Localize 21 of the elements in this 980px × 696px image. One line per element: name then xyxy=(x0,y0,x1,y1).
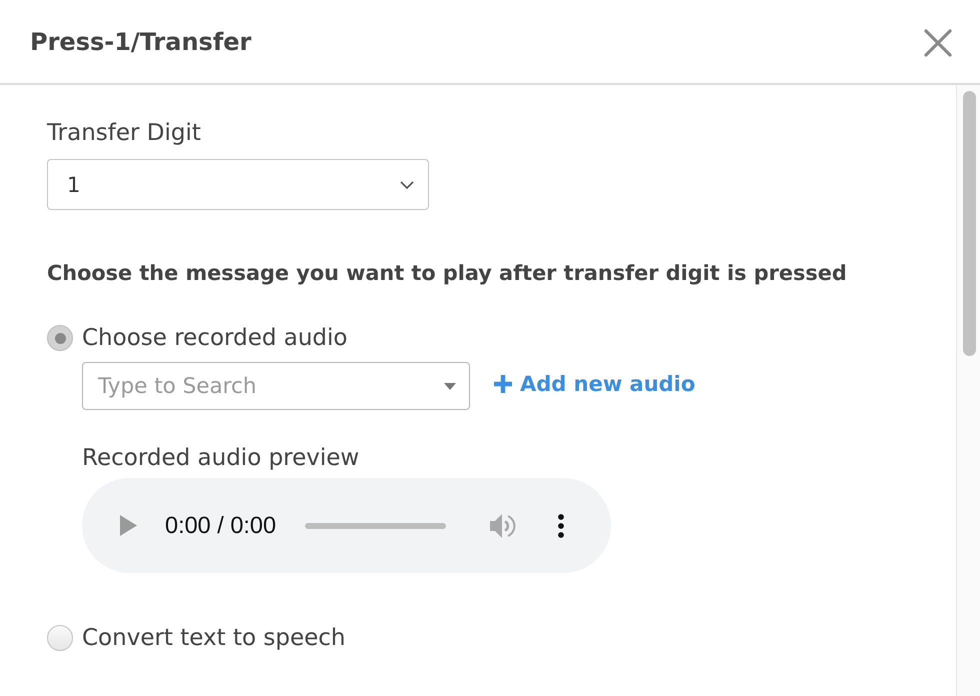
plus-icon xyxy=(494,375,512,393)
scrollbar-thumb[interactable] xyxy=(963,91,976,356)
time-display: 0:00 / 0:00 xyxy=(165,512,276,539)
section-heading: Choose the message you want to play after transfer digit is pressed xyxy=(47,260,848,287)
option-label: Convert text to speech xyxy=(82,625,346,651)
radio-button[interactable] xyxy=(47,625,73,651)
add-audio-link[interactable]: Add new audio xyxy=(494,372,696,396)
option-label: Choose recorded audio xyxy=(82,325,348,351)
audio-search-field[interactable]: Type to Search xyxy=(82,362,470,410)
chevron-icon xyxy=(400,180,414,188)
radio-button[interactable] xyxy=(47,325,73,351)
more-options-icon[interactable] xyxy=(558,514,564,538)
speaker-icon[interactable] xyxy=(490,512,518,538)
digit-select[interactable]: 1 xyxy=(47,159,429,210)
play-icon[interactable] xyxy=(120,515,137,536)
caret-icon xyxy=(444,382,456,390)
progress-track[interactable] xyxy=(305,522,446,528)
preview-label: Recorded audio preview xyxy=(82,444,360,473)
field-label: Transfer Digit xyxy=(47,119,202,148)
dialog-title: Press-1/Transfer xyxy=(30,28,252,56)
close-icon[interactable] xyxy=(924,28,952,56)
